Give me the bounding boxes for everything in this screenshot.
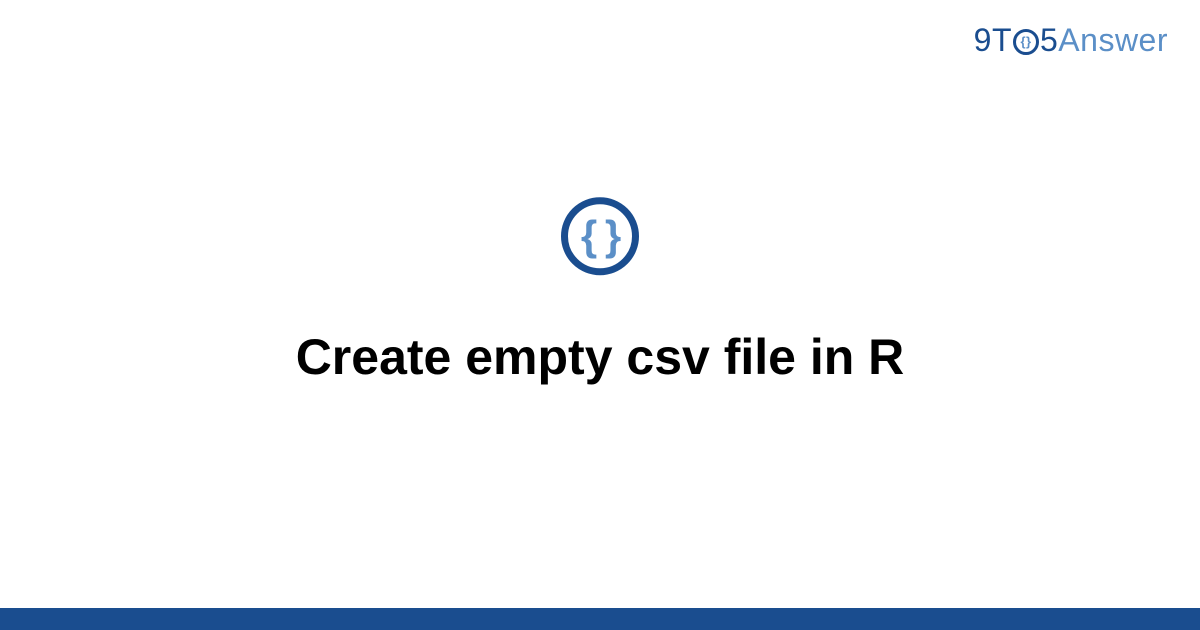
brand-text-5: 5	[1040, 22, 1058, 59]
main-content: { } Create empty csv file in R	[0, 197, 1200, 387]
braces-glyph: { }	[581, 215, 619, 257]
site-brand-logo: 9 T 5 Answer	[974, 22, 1168, 59]
footer-bar	[0, 608, 1200, 630]
page-title: Create empty csv file in R	[296, 327, 905, 387]
brand-text-t: T	[992, 22, 1012, 59]
brand-text-answer: Answer	[1058, 22, 1168, 59]
brand-text-9: 9	[974, 22, 992, 59]
code-braces-icon: { }	[561, 197, 639, 275]
brand-o-braces-icon	[1013, 29, 1039, 55]
